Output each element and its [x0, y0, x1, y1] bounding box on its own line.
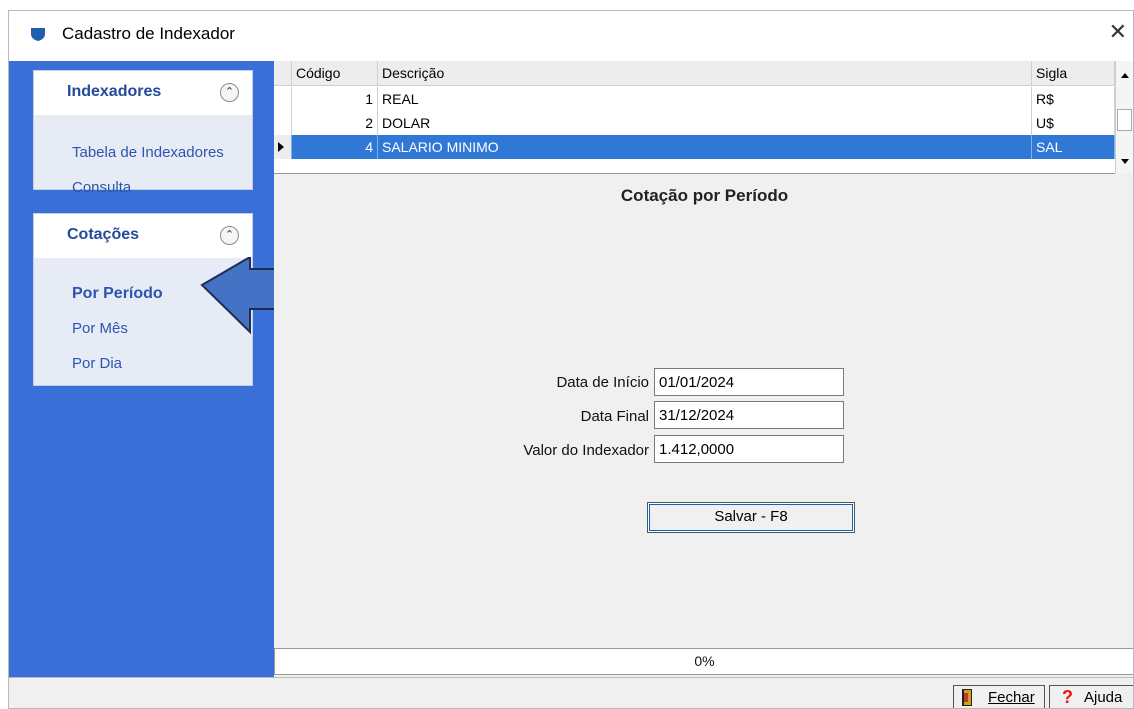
- panel-indexadores-header[interactable]: Indexadores ⌃: [34, 71, 252, 115]
- close-button-label: Fechar: [988, 689, 1035, 706]
- sidebar-item-consulta[interactable]: Consulta: [72, 179, 131, 196]
- cell-codigo: 2: [292, 111, 378, 135]
- row-indicator: [274, 111, 292, 135]
- help-question-icon: ?: [1062, 687, 1073, 707]
- cell-descricao: REAL: [378, 87, 1032, 111]
- column-header-sigla[interactable]: Sigla: [1032, 61, 1115, 85]
- scroll-thumb[interactable]: [1117, 109, 1132, 131]
- indicator-header: [274, 61, 292, 85]
- cell-sigla: U$: [1032, 111, 1115, 135]
- cell-sigla: SAL: [1032, 135, 1115, 159]
- end-date-label: Data Final: [580, 408, 649, 425]
- table-row[interactable]: 2 DOLAR U$: [274, 111, 1115, 135]
- window-title: Cadastro de Indexador: [62, 24, 235, 43]
- cell-codigo: 1: [292, 87, 378, 111]
- title-bar: Cadastro de Indexador ✕: [9, 11, 1133, 61]
- start-date-field[interactable]: [654, 368, 844, 396]
- column-header-codigo[interactable]: Código: [292, 61, 378, 85]
- help-button[interactable]: ? Ajuda: [1049, 685, 1133, 708]
- panel-indexadores: Indexadores ⌃ Tabela de Indexadores Cons…: [33, 70, 253, 196]
- door-exit-icon: [962, 689, 972, 706]
- scroll-up-icon[interactable]: [1121, 73, 1129, 78]
- panel-indexadores-title: Indexadores: [67, 83, 162, 100]
- section-title: Cotação por Período: [620, 186, 789, 205]
- close-window-button[interactable]: ✕: [1109, 20, 1127, 44]
- status-bar: Fechar ? Ajuda: [9, 677, 1133, 708]
- table-row[interactable]: 1 REAL R$: [274, 87, 1115, 111]
- sidebar-item-por-mes[interactable]: Por Mês: [72, 320, 128, 337]
- start-date-label: Data de Início: [556, 374, 649, 391]
- indexador-grid[interactable]: Código Descrição Sigla 1 REAL R$ 2 DOLAR…: [274, 61, 1115, 174]
- close-button[interactable]: Fechar: [953, 685, 1045, 708]
- collapse-up-icon[interactable]: ⌃: [220, 226, 239, 245]
- help-button-label: Ajuda: [1084, 689, 1123, 706]
- collapse-up-icon[interactable]: ⌃: [220, 83, 239, 102]
- cell-descricao: DOLAR: [378, 111, 1032, 135]
- form-area: Cotação por Período Data de Início Data …: [274, 174, 1133, 648]
- progress-label: 0%: [694, 653, 715, 669]
- index-value-field[interactable]: [654, 435, 844, 463]
- cell-descricao: SALARIO MINIMO: [378, 135, 1032, 159]
- row-indicator: [274, 87, 292, 111]
- progress-bar: 0%: [274, 648, 1133, 675]
- row-indicator-icon: [278, 142, 284, 152]
- table-row-selected[interactable]: 4 SALARIO MINIMO SAL: [274, 135, 1115, 159]
- end-date-field[interactable]: [654, 401, 844, 429]
- app-icon: [31, 28, 45, 41]
- row-indicator: [274, 135, 292, 159]
- sidebar-item-por-dia[interactable]: Por Dia: [72, 355, 122, 372]
- save-button[interactable]: Salvar - F8: [647, 502, 855, 533]
- column-header-descricao[interactable]: Descrição: [378, 61, 1032, 85]
- cell-codigo: 4: [292, 135, 378, 159]
- scroll-down-icon[interactable]: [1121, 159, 1129, 164]
- grid-header: Código Descrição Sigla: [274, 61, 1115, 86]
- panel-cotacoes-header[interactable]: Cotações ⌃: [34, 214, 252, 258]
- panel-cotacoes-title: Cotações: [67, 226, 140, 243]
- grid-scrollbar[interactable]: [1115, 61, 1133, 173]
- cell-sigla: R$: [1032, 87, 1115, 111]
- sidebar-item-por-periodo[interactable]: Por Período: [72, 285, 163, 303]
- sidebar: Indexadores ⌃ Tabela de Indexadores Cons…: [9, 61, 274, 688]
- index-value-label: Valor do Indexador: [523, 442, 649, 459]
- sidebar-item-tabela-de-indexadores[interactable]: Tabela de Indexadores: [72, 144, 224, 161]
- main-window: Cadastro de Indexador ✕ Indexadores ⌃ Ta…: [8, 10, 1134, 709]
